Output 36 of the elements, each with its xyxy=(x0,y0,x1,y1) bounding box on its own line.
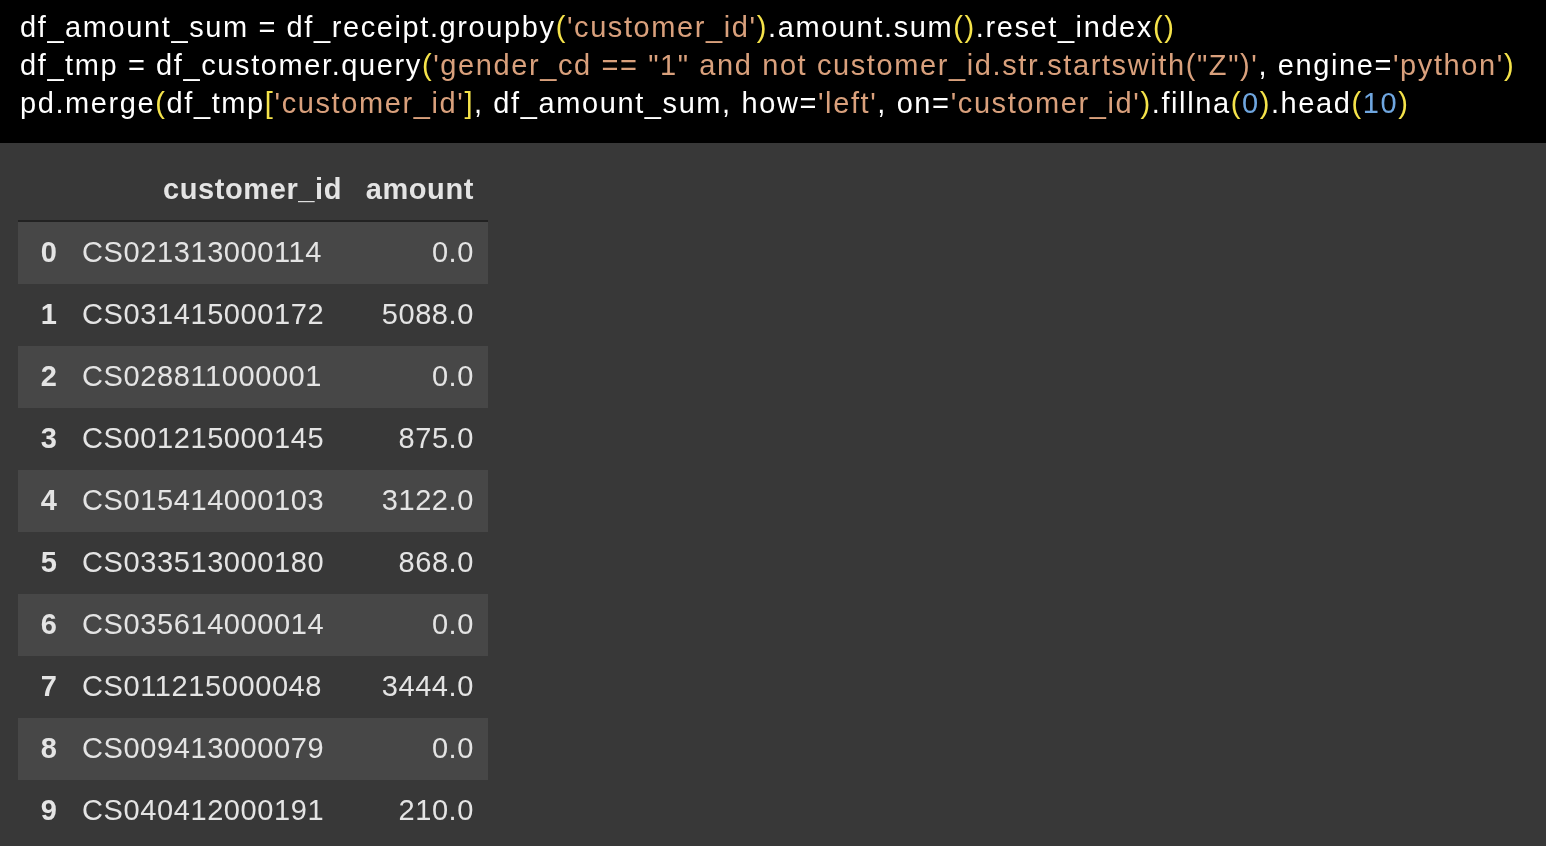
row-index: 7 xyxy=(39,669,59,705)
table-cell-text: 0.0 xyxy=(431,607,474,643)
row-index: 6 xyxy=(39,607,59,643)
table-cell-text: CS001215000145 xyxy=(82,421,326,457)
table-cell-text: 0.0 xyxy=(431,359,474,395)
table-cell-text: CS031415000172 xyxy=(82,297,326,333)
table-cell-text: CS011215000048 xyxy=(82,669,324,705)
table-cell-text: 868.0 xyxy=(398,545,474,581)
row-index: 1 xyxy=(39,297,59,333)
table-cell-text: 3122.0 xyxy=(381,483,474,519)
row-index: 3 xyxy=(39,421,59,457)
column-header: amount xyxy=(365,172,474,208)
table-cell-text: 0.0 xyxy=(431,731,474,767)
table-cell-text: CS040412000191 xyxy=(82,793,326,829)
table-cell-text: 0.0 xyxy=(431,235,474,271)
table-cell-text: CS033513000180 xyxy=(82,545,326,581)
table-cell-text: CS009413000079 xyxy=(82,731,326,767)
table-cell-text: 875.0 xyxy=(398,421,474,457)
row-index: 9 xyxy=(39,793,59,829)
table-cell-text: 3444.0 xyxy=(381,669,474,705)
code-line: df_tmp = df_customer.query('gender_cd == "1" and not customer_id.str.startswith("Z")', engine='python') xyxy=(20,48,1516,83)
table-cell-text: 5088.0 xyxy=(381,297,474,333)
column-header: customer_id xyxy=(162,172,342,208)
code-line: pd.merge(df_tmp['customer_id'], df_amount_sum, how='left', on='customer_id').fillna(0).head(10) xyxy=(20,86,1410,121)
row-index: 0 xyxy=(39,235,59,271)
table-cell-text: CS035614000014 xyxy=(82,607,326,643)
row-index: 4 xyxy=(39,483,59,519)
code-line: df_amount_sum = df_receipt.groupby('customer_id').amount.sum().reset_index() xyxy=(20,10,1176,45)
code-cell[interactable] xyxy=(0,0,1546,143)
row-index: 5 xyxy=(39,545,59,581)
row-index: 2 xyxy=(39,359,59,395)
table-cell-text: 210.0 xyxy=(398,793,474,829)
table-cell-text: CS028811000001 xyxy=(82,359,324,395)
table-cell-text: CS015414000103 xyxy=(82,483,326,519)
row-index: 8 xyxy=(39,731,59,767)
table-cell-text: CS021313000114 xyxy=(82,235,324,271)
